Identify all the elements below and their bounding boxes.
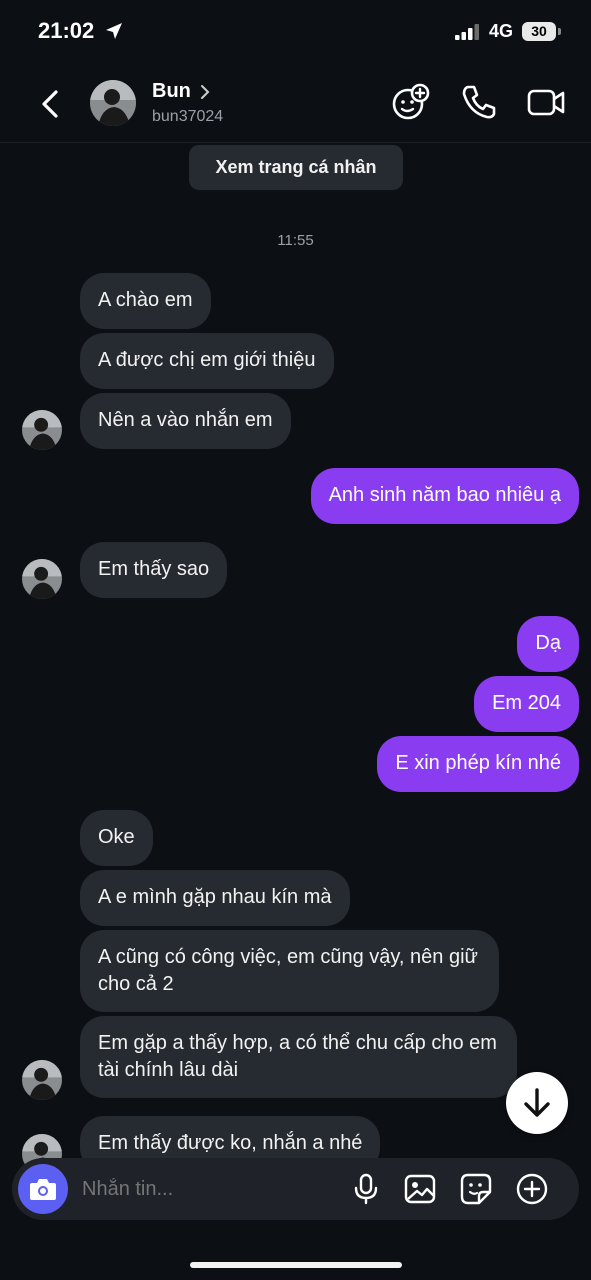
add-people-icon[interactable] — [390, 82, 430, 122]
message-incoming[interactable]: Em thấy sao — [80, 542, 228, 598]
camera-icon — [30, 1179, 56, 1200]
location-arrow-icon — [106, 23, 122, 39]
sticker-icon[interactable] — [459, 1172, 493, 1206]
plus-circle-icon[interactable] — [515, 1172, 549, 1206]
avatar[interactable] — [22, 410, 62, 450]
message-incoming[interactable]: A cũng có công việc, em cũng vậy, nên gi… — [80, 930, 499, 1012]
chat-header: Bun bun37024 — [0, 64, 591, 143]
arrow-down-icon — [524, 1088, 550, 1117]
battery-tip — [558, 28, 561, 35]
chevron-right-icon — [201, 85, 210, 99]
signal-icon — [455, 24, 479, 40]
message-incoming[interactable]: Nên a vào nhắn em — [80, 393, 291, 449]
clock: 21:02 — [38, 18, 95, 43]
view-profile-button[interactable]: Xem trang cá nhân — [189, 145, 403, 190]
message-outgoing[interactable]: Anh sinh năm bao nhiêu ạ — [310, 468, 579, 524]
avatar[interactable] — [22, 559, 62, 599]
timestamp: 11:55 — [277, 232, 314, 249]
avatar[interactable] — [22, 1060, 62, 1100]
microphone-icon[interactable] — [349, 1172, 383, 1206]
message-outgoing[interactable]: Em 204 — [474, 676, 579, 732]
message-incoming[interactable]: Em gặp a thấy hợp, a có thể chu cấp cho … — [80, 1016, 517, 1098]
phone-icon[interactable] — [458, 82, 498, 122]
message-composer — [12, 1158, 579, 1220]
scroll-to-bottom-button[interactable] — [506, 1072, 568, 1134]
image-icon[interactable] — [403, 1172, 437, 1206]
contact-username[interactable]: bun37024 — [152, 108, 223, 126]
video-icon[interactable] — [526, 82, 566, 122]
message-incoming[interactable]: A được chị em giới thiệu — [80, 333, 334, 389]
message-input[interactable] — [80, 1177, 334, 1202]
message-incoming[interactable]: Oke — [80, 810, 153, 866]
back-chevron-icon[interactable] — [36, 84, 68, 124]
message-outgoing[interactable]: Dạ — [517, 616, 579, 672]
status-bar: 21:02 4G 30 — [0, 0, 591, 64]
message-incoming[interactable]: A chào em — [80, 273, 211, 329]
avatar[interactable] — [90, 80, 136, 126]
camera-button[interactable] — [18, 1164, 68, 1214]
network-type: 4G — [489, 21, 514, 41]
contact-name[interactable]: Bun — [152, 80, 191, 103]
message-outgoing[interactable]: E xin phép kín nhé — [377, 736, 579, 792]
message-incoming[interactable]: A e mình gặp nhau kín mà — [80, 870, 350, 926]
home-indicator — [190, 1262, 402, 1268]
battery-indicator: 30 — [522, 22, 556, 41]
